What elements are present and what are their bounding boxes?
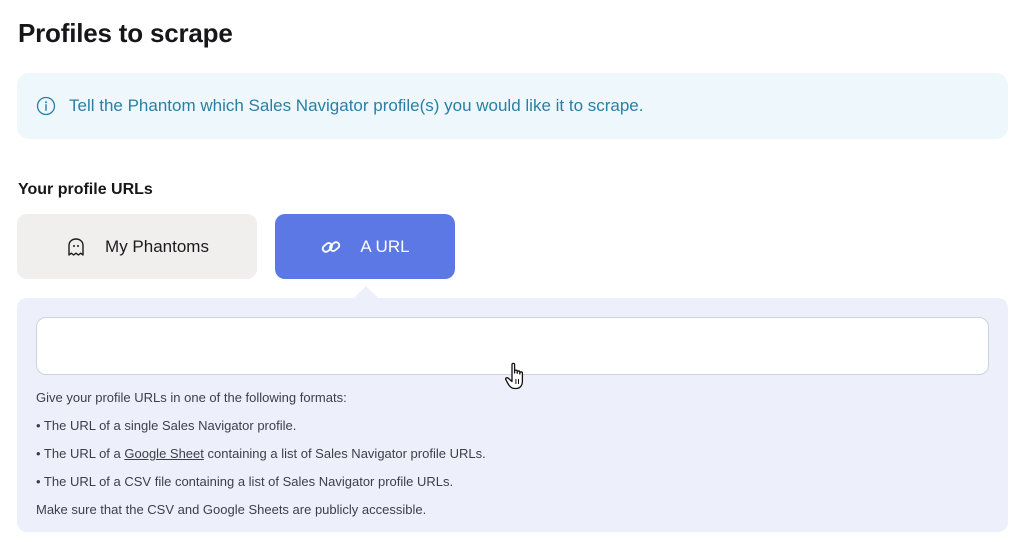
profile-urls-label: Your profile URLs — [18, 181, 153, 198]
help-line-google-sheet: • The URL of a Google Sheet containing a… — [36, 440, 486, 468]
page-title: Profiles to scrape — [18, 18, 233, 48]
tab-my-phantoms-label: My Phantoms — [105, 236, 209, 256]
info-icon — [36, 96, 56, 116]
google-sheet-link[interactable]: Google Sheet — [124, 446, 204, 461]
tab-a-url[interactable]: A URL — [275, 214, 455, 279]
tab-my-phantoms[interactable]: My Phantoms — [17, 214, 257, 279]
link-icon — [320, 236, 342, 258]
info-banner-text: Tell the Phantom which Sales Navigator p… — [69, 96, 644, 115]
help-line-single-profile: • The URL of a single Sales Navigator pr… — [36, 418, 297, 433]
help-line-google-sheet-suffix: containing a list of Sales Navigator pro… — [203, 446, 486, 461]
tab-pointer-notch — [354, 286, 378, 298]
tab-a-url-label: A URL — [360, 236, 410, 256]
help-text: Give your profile URLs in one of the fol… — [36, 384, 486, 524]
help-line-google-sheet-prefix: • The URL of a — [36, 446, 125, 461]
help-line-csv: • The URL of a CSV file containing a lis… — [36, 474, 454, 489]
hand-pointer-icon — [502, 360, 532, 392]
help-note: Make sure that the CSV and Google Sheets… — [36, 502, 427, 517]
page: Profiles to scrape Tell the Phantom whic… — [0, 0, 1024, 542]
url-panel: Give your profile URLs in one of the fol… — [17, 298, 1008, 532]
info-banner: Tell the Phantom which Sales Navigator p… — [17, 73, 1008, 139]
ghost-icon — [65, 236, 87, 258]
help-intro: Give your profile URLs in one of the fol… — [36, 390, 347, 405]
